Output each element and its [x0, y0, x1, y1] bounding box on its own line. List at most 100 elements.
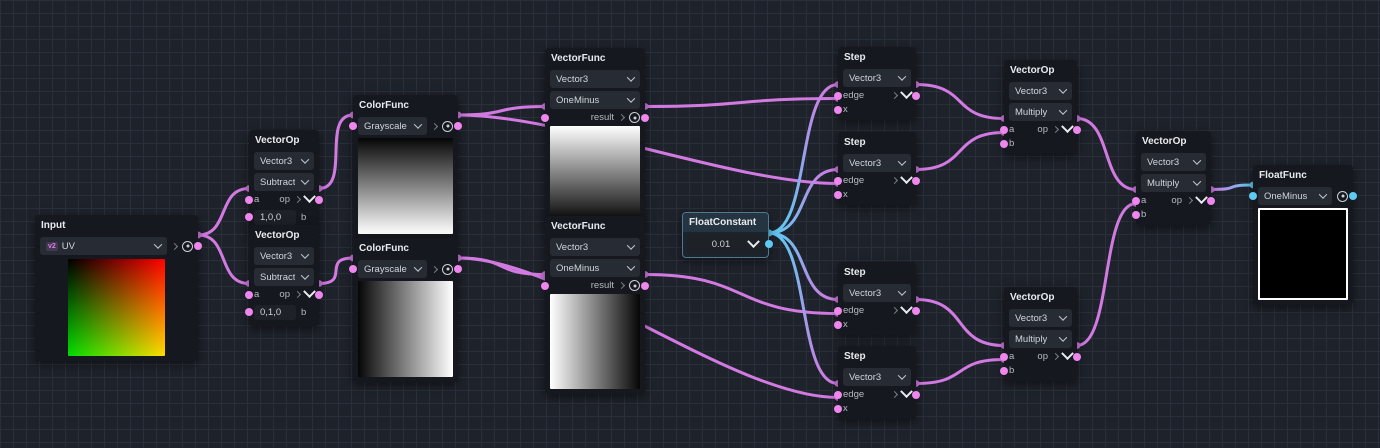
wire[interactable] — [196, 233, 251, 285]
collapse-chevron-icon[interactable] — [900, 171, 913, 185]
eye-icon[interactable] — [442, 120, 453, 132]
expand-arrow-icon[interactable] — [890, 390, 899, 399]
wire[interactable] — [456, 256, 840, 399]
node-vop3[interactable]: VectorOp Vector3 Multiply a op b — [1000, 60, 1081, 154]
wire[interactable] — [456, 256, 547, 276]
dropdown[interactable]: Vector3 — [1009, 82, 1072, 100]
port-a-in[interactable] — [1000, 125, 1008, 134]
expand-arrow-icon[interactable] — [430, 122, 439, 130]
wire[interactable] — [767, 83, 840, 235]
wire[interactable] — [914, 131, 1006, 171]
node-step4[interactable]: Step Vector3 edge x — [834, 346, 920, 419]
dropdown[interactable]: OneMinus — [550, 91, 640, 109]
expand-arrow-icon[interactable] — [1051, 125, 1060, 134]
port-out-out[interactable] — [1207, 196, 1215, 205]
expand-arrow-icon[interactable] — [170, 242, 179, 250]
expand-arrow-icon[interactable] — [617, 281, 626, 290]
port-out-out[interactable] — [641, 113, 649, 122]
collapse-chevron-icon[interactable] — [900, 385, 913, 399]
dropdown[interactable]: Vector3 — [843, 368, 911, 386]
node-step3[interactable]: Step Vector3 edge x — [834, 262, 920, 335]
expand-arrow-icon[interactable] — [617, 113, 626, 122]
wire[interactable] — [643, 97, 840, 108]
port-out-out[interactable] — [912, 390, 920, 399]
eye-icon[interactable] — [442, 263, 453, 275]
node-vop4[interactable]: VectorOp Vector3 Multiply a op b — [1000, 287, 1081, 381]
port-out-out[interactable] — [1073, 125, 1081, 134]
port-a-in[interactable] — [245, 290, 253, 299]
node-step2[interactable]: Step Vector3 edge x — [834, 132, 920, 205]
port-in-in[interactable] — [349, 122, 357, 130]
dropdown[interactable]: Vector3 — [1009, 309, 1072, 327]
port-edge-in[interactable] — [834, 390, 842, 399]
node-vf2[interactable]: VectorFunc Vector3 OneMinus result — [541, 216, 649, 394]
port-x-in[interactable] — [834, 404, 842, 413]
dropdown[interactable]: OneMinus — [550, 259, 640, 277]
port-a-in[interactable] — [245, 195, 253, 204]
collapse-chevron-icon[interactable] — [900, 301, 913, 315]
value-field[interactable]: 1,0,0 — [254, 209, 296, 225]
node-input[interactable]: Input v2 UV — [35, 215, 202, 361]
dropdown[interactable]: Vector3 — [843, 284, 911, 302]
dropdown[interactable]: Vector3 — [254, 152, 314, 170]
port-out-out[interactable] — [194, 242, 202, 250]
port-b-in[interactable] — [1000, 366, 1008, 375]
expand-arrow-icon[interactable] — [890, 91, 899, 100]
port-in-in[interactable] — [541, 113, 549, 122]
dropdown[interactable]: Subtract — [254, 173, 314, 191]
port-out-out[interactable] — [912, 176, 920, 185]
expand-arrow-icon[interactable] — [1051, 352, 1060, 361]
wire[interactable] — [914, 298, 1006, 347]
wire[interactable] — [767, 231, 840, 301]
eye-icon[interactable] — [629, 112, 640, 123]
collapse-chevron-icon[interactable] — [747, 234, 760, 248]
collapse-chevron-icon[interactable] — [1061, 347, 1074, 361]
collapse-chevron-icon[interactable] — [303, 190, 316, 204]
node-fc[interactable]: FloatConstant 0.01 — [682, 212, 773, 258]
eye-icon[interactable] — [629, 280, 640, 291]
port-out-out[interactable] — [454, 265, 462, 273]
wire[interactable] — [456, 105, 547, 117]
value-field[interactable]: 0.01 — [687, 234, 764, 254]
wire[interactable] — [317, 256, 355, 285]
port-x-in[interactable] — [834, 320, 842, 329]
wire[interactable] — [1075, 202, 1138, 347]
expand-arrow-icon[interactable] — [293, 195, 302, 204]
wire[interactable] — [914, 83, 1006, 120]
port-out-out[interactable] — [1073, 352, 1081, 361]
dropdown[interactable]: Grayscale — [358, 260, 427, 278]
port-out-out[interactable] — [765, 240, 773, 248]
port-out-out[interactable] — [315, 290, 323, 299]
dropdown[interactable]: Subtract — [254, 268, 314, 286]
dropdown[interactable]: Vector3 — [550, 238, 640, 256]
eye-icon[interactable] — [182, 240, 193, 252]
expand-arrow-icon[interactable] — [1185, 196, 1194, 205]
expand-arrow-icon[interactable] — [890, 176, 899, 185]
node-vf1[interactable]: VectorFunc Vector3 OneMinus result — [541, 48, 649, 226]
wire[interactable] — [196, 187, 251, 237]
wire[interactable] — [1209, 183, 1255, 191]
dropdown[interactable]: Vector3 — [254, 247, 314, 265]
node-cf1[interactable]: ColorFunc Grayscale — [349, 95, 462, 239]
dropdown[interactable]: Grayscale — [358, 117, 427, 135]
node-step1[interactable]: Step Vector3 edge x — [834, 47, 920, 120]
collapse-chevron-icon[interactable] — [1195, 191, 1208, 205]
dropdown[interactable]: Vector3 — [843, 69, 911, 87]
port-edge-in[interactable] — [834, 176, 842, 185]
node-ff[interactable]: FloatFunc OneMinus — [1249, 165, 1357, 305]
collapse-chevron-icon[interactable] — [1061, 120, 1074, 134]
dropdown[interactable]: Vector3 — [550, 70, 640, 88]
collapse-chevron-icon[interactable] — [900, 86, 913, 100]
port-b-in[interactable] — [245, 213, 253, 221]
port-x-in[interactable] — [834, 105, 842, 114]
port-b-in[interactable] — [1132, 210, 1140, 219]
wire[interactable] — [914, 358, 1006, 385]
port-in-in[interactable] — [1249, 192, 1257, 200]
port-out-out[interactable] — [641, 281, 649, 290]
port-out-out[interactable] — [315, 195, 323, 204]
port-edge-in[interactable] — [834, 306, 842, 315]
value-field[interactable]: 0,1,0 — [254, 304, 296, 320]
port-out-out[interactable] — [1349, 192, 1357, 200]
port-b-in[interactable] — [1000, 139, 1008, 148]
wire[interactable] — [456, 113, 840, 185]
